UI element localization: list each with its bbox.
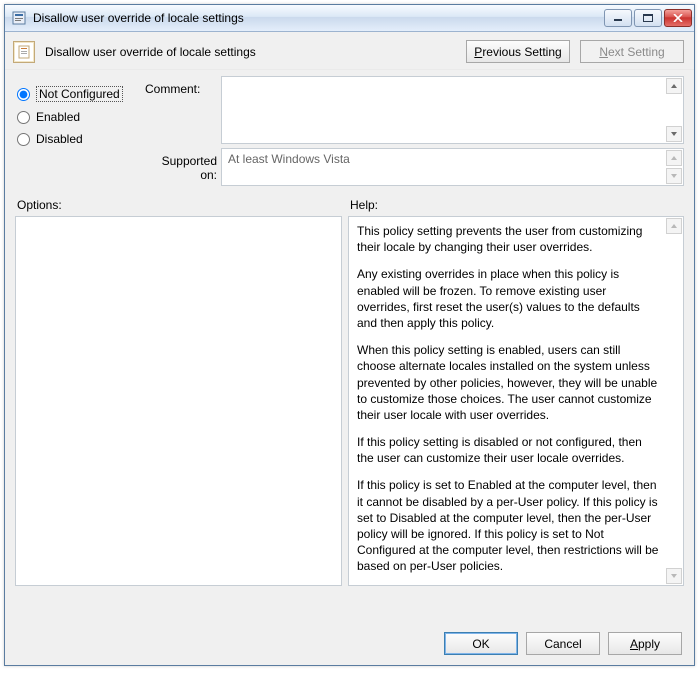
state-radio-group: Not Configured Enabled Disabled [15,76,145,186]
radio-enabled[interactable]: Enabled [15,106,145,128]
comment-label: Comment: [145,76,221,144]
content-area: Disallow user override of locale setting… [5,32,694,665]
prev-label-rest: revious Setting [482,45,561,59]
options-column: Options: [15,198,348,622]
comment-scrollbar[interactable] [666,78,682,142]
dialog-window: Disallow user override of locale setting… [4,4,695,666]
help-column: Help: This policy setting prevents the u… [348,198,684,622]
radio-not-configured[interactable]: Not Configured [15,82,145,106]
options-pane[interactable] [15,216,342,586]
help-paragraph: This policy setting prevents the user fr… [357,223,661,255]
next-label-rest: ext Setting [608,45,665,59]
upper-panel: Not Configured Enabled Disabled Comment: [5,70,694,194]
cancel-button[interactable]: Cancel [526,632,600,655]
radio-enabled-input[interactable] [17,111,30,124]
radio-enabled-label: Enabled [36,110,80,124]
supported-scrollbar[interactable] [666,150,682,184]
policy-icon [11,10,27,26]
help-paragraph: If this policy setting is disabled or no… [357,434,661,466]
supported-on-value: At least Windows Vista [228,152,350,166]
scroll-down-icon[interactable] [666,568,682,584]
page-title: Disallow user override of locale setting… [45,45,456,59]
minimize-icon [613,14,623,22]
close-button[interactable] [664,9,692,27]
scroll-up-icon[interactable] [666,150,682,166]
help-paragraph: Any existing overrides in place when thi… [357,266,661,331]
help-label: Help: [348,198,684,216]
previous-setting-button[interactable]: Previous Setting [466,40,570,63]
radio-disabled-input[interactable] [17,133,30,146]
titlebar[interactable]: Disallow user override of locale setting… [5,5,694,32]
scroll-up-icon[interactable] [666,78,682,94]
help-paragraph: When this policy setting is enabled, use… [357,342,661,423]
apply-label-rest: pply [638,637,660,651]
scroll-down-icon[interactable] [666,126,682,142]
maximize-button[interactable] [634,9,662,27]
lower-panel: Options: Help: This policy setting preve… [5,194,694,622]
apply-button[interactable]: Apply [608,632,682,655]
radio-disabled-label: Disabled [36,132,83,146]
help-scrollbar[interactable] [666,218,682,584]
window-title: Disallow user override of locale setting… [33,11,604,25]
next-setting-button[interactable]: Next Setting [580,40,684,63]
window-controls [604,9,692,27]
help-pane[interactable]: This policy setting prevents the user fr… [348,216,684,586]
supported-on-box: At least Windows Vista [221,148,684,186]
radio-not-configured-label: Not Configured [36,86,123,102]
options-label: Options: [15,198,348,216]
help-paragraph: If this policy is set to Enabled at the … [357,477,661,574]
comment-textarea[interactable] [221,76,684,144]
scroll-down-icon[interactable] [666,168,682,184]
dialog-footer: OK Cancel Apply [5,622,694,665]
close-icon [673,14,683,22]
maximize-icon [643,14,653,22]
minimize-button[interactable] [604,9,632,27]
header-row: Disallow user override of locale setting… [5,32,694,69]
ok-button[interactable]: OK [444,632,518,655]
radio-not-configured-input[interactable] [17,88,30,101]
page-icon [13,41,35,63]
scroll-up-icon[interactable] [666,218,682,234]
radio-disabled[interactable]: Disabled [15,128,145,150]
supported-label: Supported on: [145,148,221,186]
